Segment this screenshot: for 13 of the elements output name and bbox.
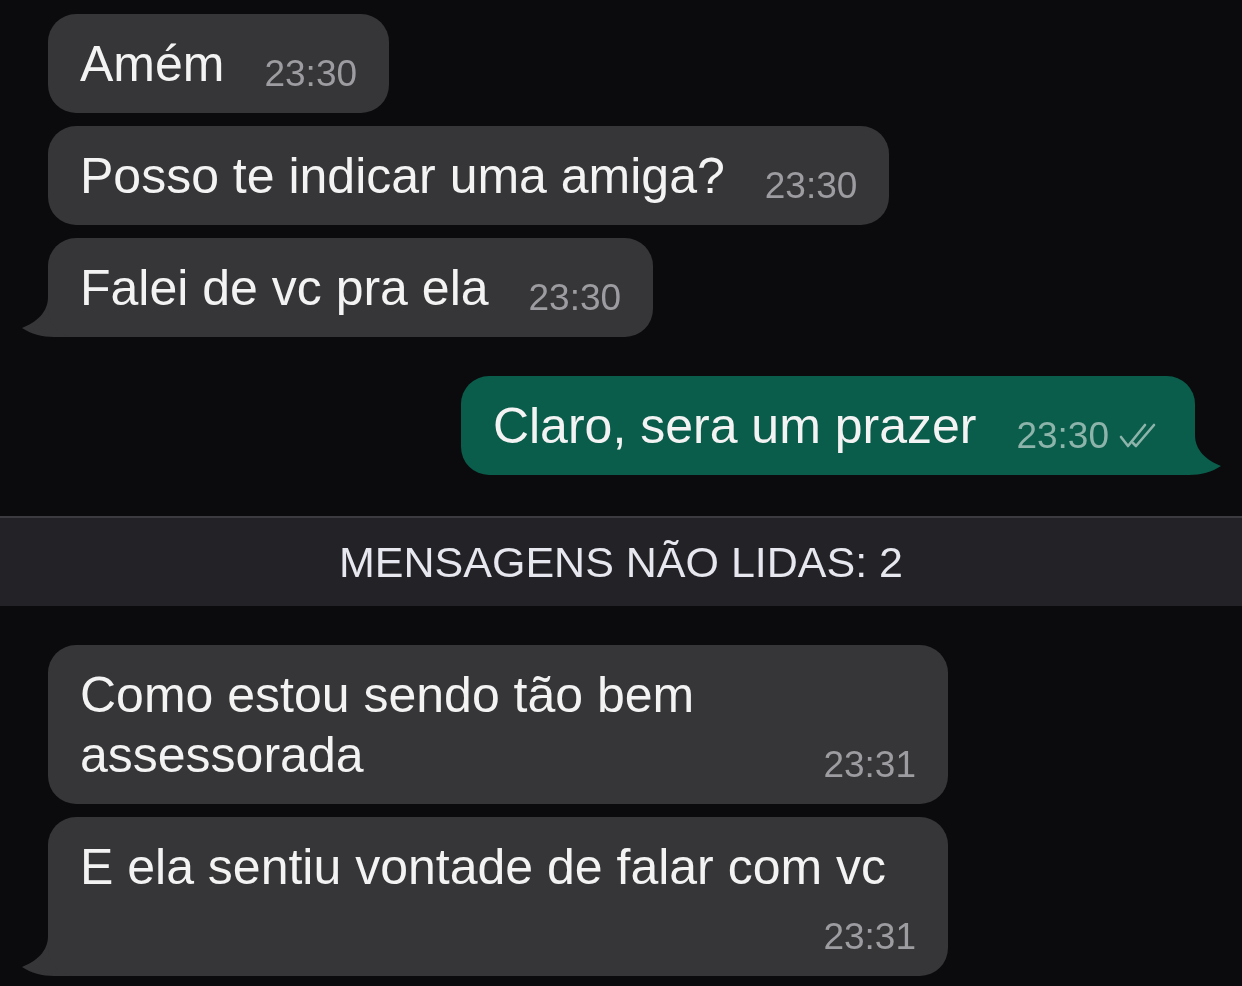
message-time: 23:30: [528, 278, 622, 318]
message-time: 23:30: [1016, 416, 1109, 456]
message-time: 23:31: [823, 917, 916, 957]
message-text: Como estou sendo tão bem assessorada: [80, 667, 695, 783]
message-time: 23:30: [764, 166, 858, 206]
message-time: 23:30: [264, 54, 358, 94]
message-time: 23:31: [823, 745, 916, 785]
unread-messages-banner: MENSAGENS NÃO LIDAS: 2: [0, 516, 1242, 606]
message-text: Falei de vc pra ela: [80, 260, 489, 316]
message-text: Claro, sera um prazer: [492, 398, 977, 454]
message-text: Posso te indicar uma amiga?: [80, 148, 725, 204]
message-text: Amém: [80, 36, 225, 92]
message-text: E ela sentiu vontade de falar com vc: [80, 839, 886, 895]
